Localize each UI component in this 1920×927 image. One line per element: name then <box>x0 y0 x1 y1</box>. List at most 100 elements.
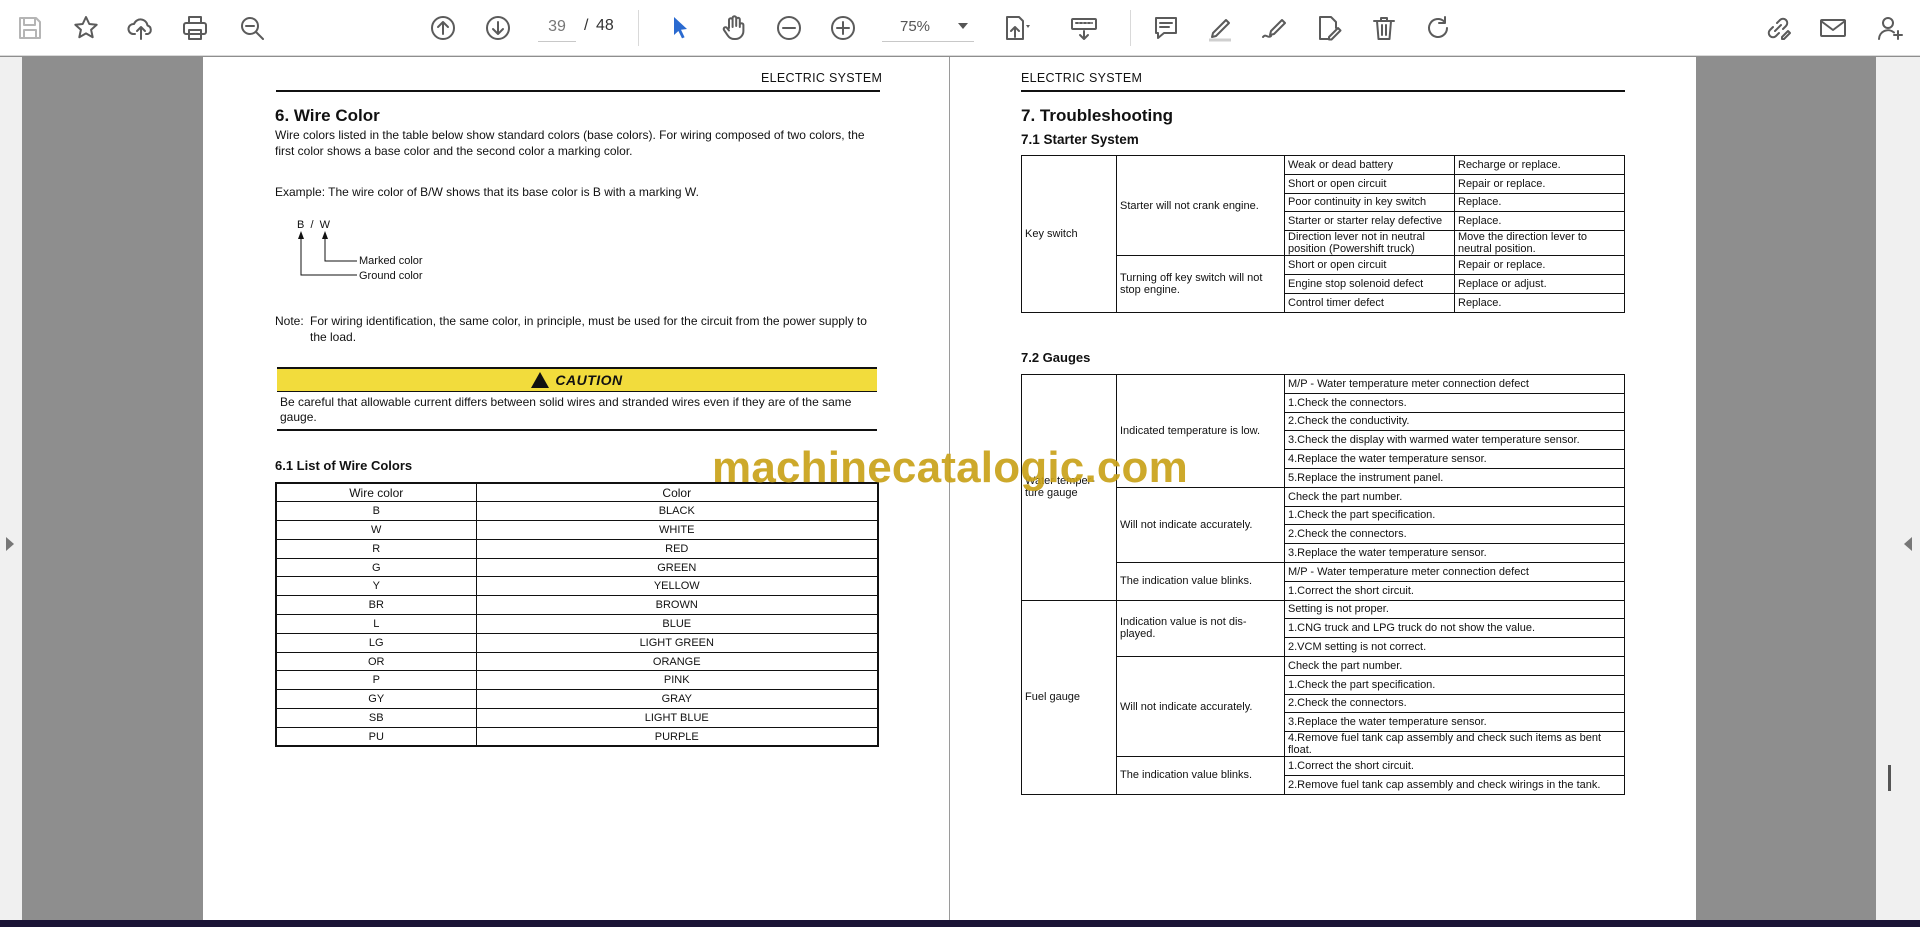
draw-freehand-icon[interactable] <box>1254 8 1294 48</box>
marked-color-label: Marked color <box>359 255 423 267</box>
print-icon[interactable] <box>175 8 215 48</box>
page-header: ELECTRIC SYSTEM <box>1021 71 1143 85</box>
table-row: P PINK <box>275 670 879 691</box>
starter-title: 7.1 Starter System <box>1021 132 1139 147</box>
starter-system-table: Key switch Starter will not crank engine.… <box>1021 154 1625 313</box>
table-cell: OR <box>275 651 477 672</box>
table-cell: PU <box>275 726 477 747</box>
right-panel-toggle[interactable] <box>1876 57 1920 920</box>
left-panel-toggle[interactable] <box>0 57 22 920</box>
cause-cell: Control timer defect <box>1284 292 1455 313</box>
caution-title: CAUTION <box>555 372 623 388</box>
table-row: LG LIGHT GREEN <box>275 632 879 653</box>
table-cell: LIGHT BLUE <box>475 708 879 728</box>
save-icon[interactable] <box>10 8 50 48</box>
table-cell: RED <box>475 538 879 559</box>
warning-icon <box>531 372 550 388</box>
symptom-cell: Will not indicate accurately. <box>1116 655 1285 758</box>
check-item-cell: 1.Correct the short circuit. <box>1284 756 1625 776</box>
remedy-cell: Replace. <box>1454 211 1625 232</box>
remedy-cell: Replace. <box>1454 192 1625 213</box>
previous-page-icon[interactable] <box>423 8 463 48</box>
section-title: 7. Troubleshooting <box>1021 106 1174 125</box>
table-row: Fuel gauge Indication value is not dis- p… <box>1021 599 1625 795</box>
next-page-icon[interactable] <box>478 8 518 48</box>
remedy-cell: Replace. <box>1454 292 1625 313</box>
hand-pan-icon[interactable] <box>714 8 754 48</box>
table-cell: YELLOW <box>475 576 879 597</box>
intro-text: Wire colors listed in the table below sh… <box>275 128 865 158</box>
highlight-pen-icon[interactable] <box>1200 8 1240 48</box>
delete-trash-icon[interactable] <box>1364 8 1404 48</box>
table-row: L BLUE <box>275 614 879 634</box>
table-row: Key switch Starter will not crank engine.… <box>1021 154 1625 313</box>
table-cell: WHITE <box>475 520 879 540</box>
table-cell: P <box>275 670 477 691</box>
table-cell: BR <box>275 595 477 616</box>
table-cell: BLUE <box>475 614 879 634</box>
check-item-cell: 5.Replace the instrument panel. <box>1284 467 1625 488</box>
check-item-cell: 1.Check the part specification. <box>1284 505 1625 526</box>
component-cell: Fuel gauge <box>1021 599 1117 795</box>
page-fit-icon[interactable] <box>996 8 1036 48</box>
toolbar: / 48 75% <box>0 0 1920 56</box>
check-item-cell: 2.Check the connectors. <box>1284 693 1625 714</box>
table-cell: L <box>275 614 477 634</box>
watermark: machinecatalogic.com <box>712 443 1188 492</box>
symptom-cell: Turning off key switch will not stop eng… <box>1116 255 1285 313</box>
subsection-title: 6.1 List of Wire Colors <box>275 458 413 473</box>
remedy-cell: Move the direction lever to neutral posi… <box>1454 230 1625 257</box>
table-row: SB LIGHT BLUE <box>275 708 879 728</box>
table-cell: SB <box>275 708 477 728</box>
remedy-cell: Replace or adjust. <box>1454 273 1625 294</box>
table-cell: LIGHT GREEN <box>475 632 879 653</box>
zoom-value: 75% <box>900 18 931 35</box>
page-number-input[interactable] <box>538 12 576 42</box>
check-item-cell: 4.Remove fuel tank cap assembly and chec… <box>1284 731 1625 758</box>
check-item-cell: Check the part number. <box>1284 486 1625 507</box>
taskbar <box>0 920 1920 927</box>
check-item-cell: Setting is not proper. <box>1284 599 1625 620</box>
check-item-cell: 2.VCM setting is not correct. <box>1284 637 1625 657</box>
table-cell: GREEN <box>475 557 879 578</box>
symptom-cell: Starter will not crank engine. <box>1116 154 1285 257</box>
bookmark-star-icon[interactable] <box>66 8 106 48</box>
note-label: Note: <box>275 314 304 328</box>
table-cell: R <box>275 538 477 559</box>
component-cell: Key switch <box>1021 155 1117 313</box>
comment-icon[interactable] <box>1146 8 1186 48</box>
page-total: 48 <box>596 17 614 34</box>
caution-text: Be careful that allowable current differ… <box>277 392 877 431</box>
zoom-out-icon[interactable] <box>769 8 809 48</box>
zoom-in-icon[interactable] <box>823 8 863 48</box>
cause-cell: Short or open circuit <box>1284 173 1455 194</box>
zoom-select[interactable]: 75% <box>882 12 974 42</box>
zoom-search-icon[interactable] <box>232 8 272 48</box>
scrollbar-thumb[interactable] <box>1888 765 1891 791</box>
wire-color-table: Wire color Color B BLACK W WHITE R RED G GREEN Y Y… <box>275 482 879 748</box>
table-row: B BLACK <box>275 501 879 522</box>
add-user-icon[interactable] <box>1870 8 1910 48</box>
keyboard-scroll-icon[interactable] <box>1064 8 1104 48</box>
remedy-cell: Recharge or replace. <box>1454 155 1625 175</box>
ground-color-label: Ground color <box>359 270 423 282</box>
cause-cell: Direction lever not in neutral position … <box>1284 230 1455 257</box>
table-cell: G <box>275 557 477 578</box>
upload-cloud-icon[interactable] <box>121 8 161 48</box>
redo-rotate-icon[interactable] <box>1418 8 1458 48</box>
sign-document-icon[interactable] <box>1308 8 1348 48</box>
remedy-cell: Repair or replace. <box>1454 173 1625 194</box>
link-edit-icon[interactable] <box>1758 8 1798 48</box>
table-row: Y YELLOW <box>275 576 879 597</box>
table-cell: Y <box>275 576 477 597</box>
select-cursor-icon[interactable] <box>660 8 700 48</box>
table-row: BR BROWN <box>275 595 879 616</box>
table-cell: W <box>275 520 477 540</box>
gauges-table: Water temper- ture gauge Indicated temper… <box>1021 374 1625 795</box>
symptom-cell: Indication value is not dis- played. <box>1116 599 1285 657</box>
email-envelope-icon[interactable] <box>1813 8 1853 48</box>
wire-color-diagram: B / W Marked color Ground color <box>293 217 433 287</box>
table-row: W WHITE <box>275 520 879 540</box>
page-header: ELECTRIC SYSTEM <box>761 71 883 85</box>
table-cell: PINK <box>475 670 879 691</box>
